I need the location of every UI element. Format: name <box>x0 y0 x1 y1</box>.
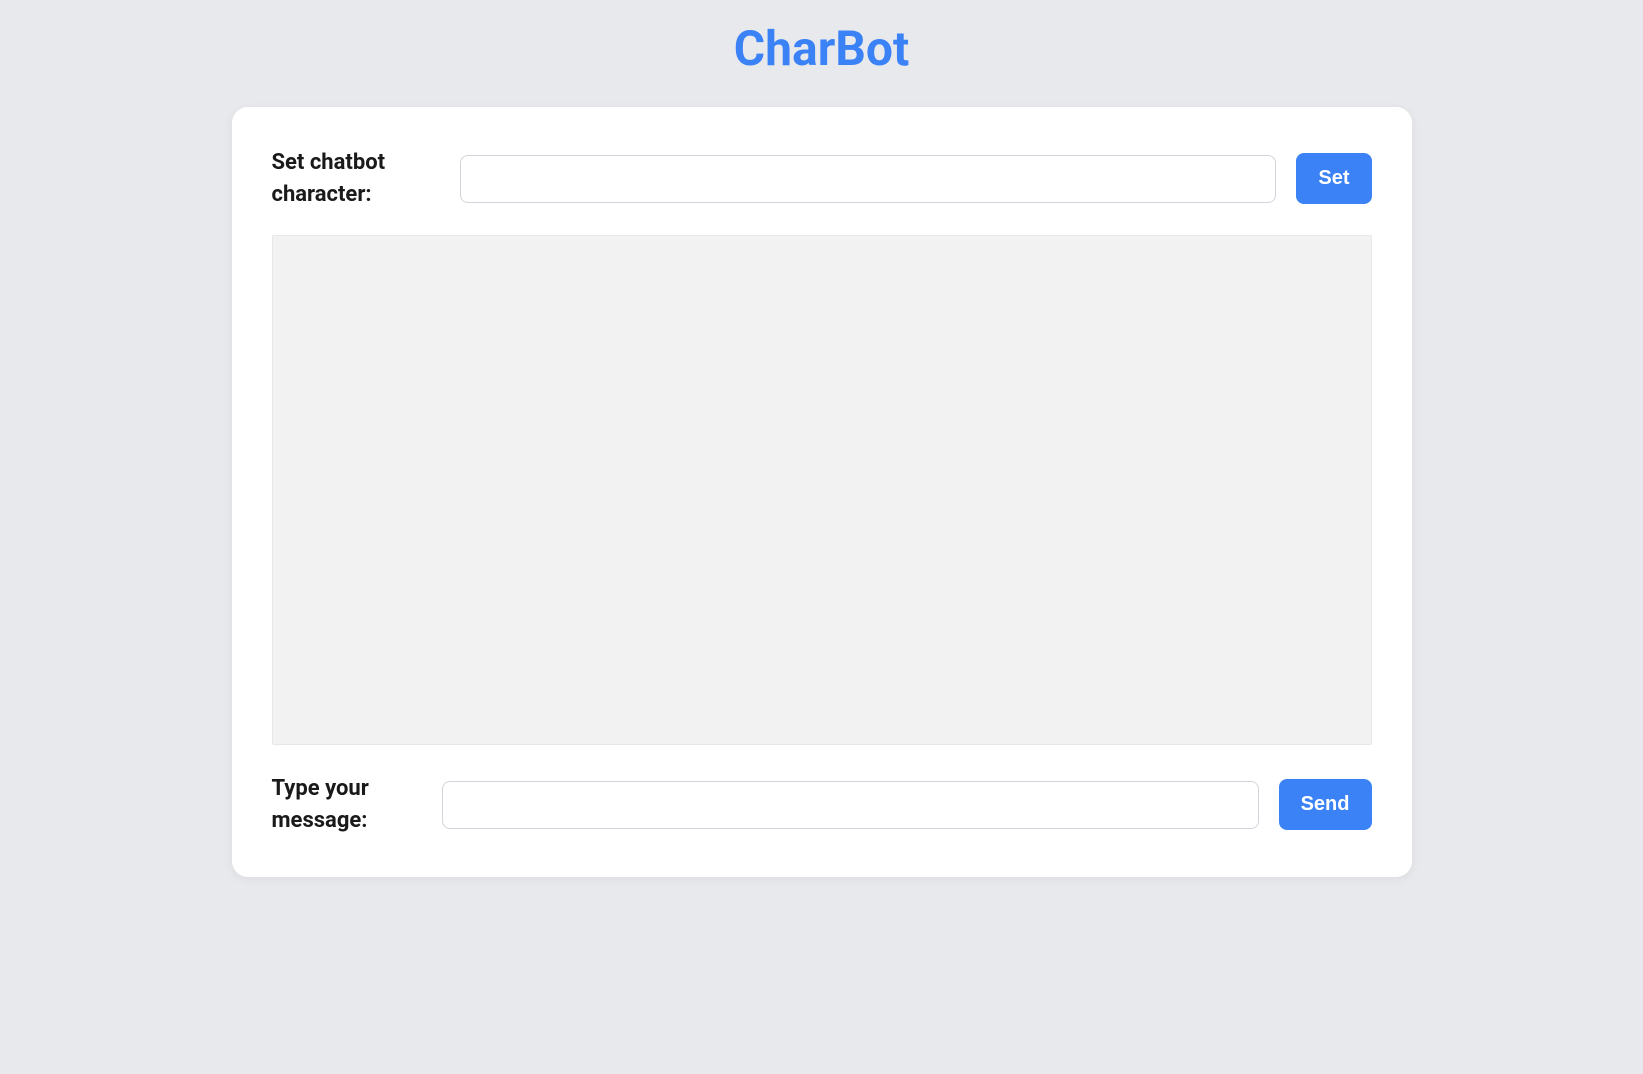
app-title: CharBot <box>0 0 1643 107</box>
character-input[interactable] <box>460 155 1277 203</box>
set-button[interactable]: Set <box>1296 153 1371 204</box>
message-row: Type your message: Send <box>272 773 1372 837</box>
character-row: Set chatbot character: Set <box>272 147 1372 211</box>
main-card: Set chatbot character: Set Type your mes… <box>232 107 1412 877</box>
chat-output <box>272 235 1372 745</box>
send-button[interactable]: Send <box>1279 779 1372 830</box>
character-label: Set chatbot character: <box>272 147 440 211</box>
message-input[interactable] <box>442 781 1259 829</box>
message-label: Type your message: <box>272 773 422 837</box>
